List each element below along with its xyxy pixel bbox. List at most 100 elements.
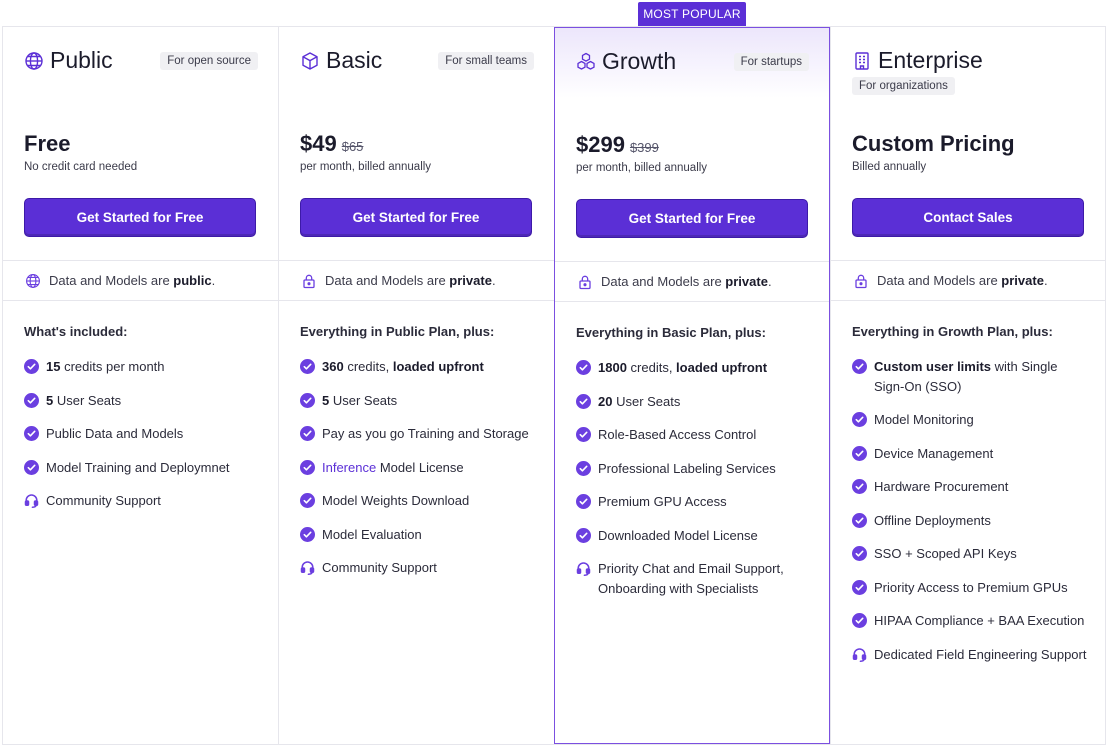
get-started-button[interactable]: Get Started for Free xyxy=(576,199,808,238)
feature-item: Model Evaluation xyxy=(300,525,538,545)
check-circle-icon xyxy=(24,392,39,408)
feature-item: 360 credits, loaded upfront xyxy=(300,357,538,377)
price: $49 xyxy=(300,131,337,156)
most-popular-badge: MOST POPULAR xyxy=(638,2,746,26)
price-old: $399 xyxy=(629,140,659,155)
feature-item: Professional Labeling Services xyxy=(576,459,813,479)
price: Custom Pricing xyxy=(852,131,1015,156)
headset-icon xyxy=(852,647,867,662)
check-circle-icon xyxy=(852,359,867,374)
privacy-text: Data and Models are private. xyxy=(325,273,496,288)
globe-icon xyxy=(25,273,41,289)
plan-tag: For small teams xyxy=(438,52,534,70)
feature-text: Model Weights Download xyxy=(322,493,470,508)
feature-text: User Seats xyxy=(612,393,681,409)
feature-item: Public Data and Models xyxy=(24,424,262,444)
check-circle-icon xyxy=(576,393,591,409)
includes-title: What's included: xyxy=(24,324,128,339)
price-subtext: per month, billed annually xyxy=(576,162,708,174)
feature-item: 5 User Seats xyxy=(300,391,538,411)
feature-list: 360 credits, loaded upfront 5 User Seats P… xyxy=(300,357,538,592)
check-circle-icon xyxy=(576,360,591,375)
check-circle-icon xyxy=(852,613,867,628)
plan-name: Basic xyxy=(326,47,383,73)
feature-item: Pay as you go Training and Storage xyxy=(300,424,538,444)
feature-text: Offline Deployments xyxy=(874,512,991,528)
price-subtext: No credit card needed xyxy=(24,161,138,173)
check-circle-icon xyxy=(852,412,867,427)
feature-text: credits, xyxy=(343,359,393,374)
check-circle-icon xyxy=(852,512,867,528)
feature-text: Dedicated Field Engineering Support xyxy=(874,646,1087,662)
plan-name: Enterprise xyxy=(878,47,983,73)
price-subtext: per month, billed annually xyxy=(300,161,432,173)
feature-text: Community Support xyxy=(46,493,161,508)
privacy-row: Data and Models are private. xyxy=(279,260,554,301)
feature-text: Device Management xyxy=(874,445,994,461)
feature-highlight: 360 xyxy=(322,359,344,374)
price-row: $49 $65 xyxy=(300,131,363,157)
feature-item: Dedicated Field Engineering Support xyxy=(852,645,1089,665)
includes-title: Everything in Growth Plan, plus: xyxy=(852,324,1053,339)
feature-text: Pay as you go Training and Storage xyxy=(322,426,529,441)
feature-item: SSO + Scoped API Keys xyxy=(852,544,1089,564)
feature-text: User Seats xyxy=(53,392,122,408)
plan-header: Enterprise For organizations xyxy=(852,47,1085,95)
plan-card-public: Public For open source Free No credit ca… xyxy=(2,27,278,744)
feature-item: Role-Based Access Control xyxy=(576,425,813,445)
price-old: $65 xyxy=(341,139,364,154)
feature-item: Device Management xyxy=(852,444,1089,464)
feature-text: credits, xyxy=(626,360,677,375)
feature-highlight: loaded upfront xyxy=(392,359,484,374)
includes-title: Everything in Public Plan, plus: xyxy=(300,324,495,339)
contact-sales-button[interactable]: Contact Sales xyxy=(852,198,1084,237)
price-row: $299 $399 xyxy=(576,132,659,158)
feature-highlight: loaded upfront xyxy=(676,360,768,375)
feature-text: credits per month xyxy=(60,359,165,374)
price-subtext: Billed annually xyxy=(852,161,927,173)
feature-item: Hardware Procurement xyxy=(852,477,1089,497)
get-started-button[interactable]: Get Started for Free xyxy=(300,198,532,237)
plan-header: Basic For small teams xyxy=(300,47,534,89)
feature-accent: Inference xyxy=(322,459,377,475)
check-circle-icon xyxy=(576,527,591,543)
lock-icon xyxy=(577,274,593,290)
check-circle-icon xyxy=(576,494,591,509)
cube-icon xyxy=(300,51,320,71)
privacy-text: Data and Models are private. xyxy=(601,274,772,289)
feature-text: User Seats xyxy=(329,392,398,408)
lock-icon xyxy=(853,273,869,289)
check-circle-icon xyxy=(300,392,315,408)
feature-text: Model Training and Deploymnet xyxy=(46,459,230,475)
feature-highlight: 15 xyxy=(46,359,61,374)
check-circle-icon xyxy=(576,427,591,442)
get-started-button[interactable]: Get Started for Free xyxy=(24,198,256,237)
check-circle-icon xyxy=(24,459,39,475)
price: Free xyxy=(24,131,71,156)
check-circle-icon xyxy=(300,526,315,542)
feature-text: Model License xyxy=(376,459,464,475)
feature-text: SSO + Scoped API Keys xyxy=(874,546,1017,561)
feature-item: Priority Access to Premium GPUs xyxy=(852,578,1089,598)
privacy-text: Data and Models are public. xyxy=(49,273,216,288)
feature-text: Role-Based Access Control xyxy=(598,427,757,442)
price-row: Custom Pricing xyxy=(852,131,1015,157)
privacy-row: Data and Models are private. xyxy=(831,260,1105,301)
headset-icon xyxy=(300,560,315,575)
feature-text: Community Support xyxy=(322,560,437,575)
check-circle-icon xyxy=(576,460,591,476)
feature-highlight: 20 xyxy=(598,393,613,409)
feature-item: Community Support xyxy=(24,491,262,511)
boxes-icon xyxy=(576,52,596,72)
check-circle-icon xyxy=(300,459,315,475)
plan-tag: For open source xyxy=(160,52,258,70)
building-icon xyxy=(852,51,872,71)
plan-header: Growth For startups xyxy=(576,48,809,90)
feature-text: Priority Chat and Email Support, Onboard… xyxy=(598,561,784,596)
check-circle-icon xyxy=(852,445,867,461)
check-circle-icon xyxy=(300,493,315,508)
plan-card-enterprise: Enterprise For organizations Custom Pric… xyxy=(830,27,1106,744)
check-circle-icon xyxy=(852,546,867,561)
feature-item: Model Monitoring xyxy=(852,410,1089,430)
plan-header: Public For open source xyxy=(24,47,258,89)
